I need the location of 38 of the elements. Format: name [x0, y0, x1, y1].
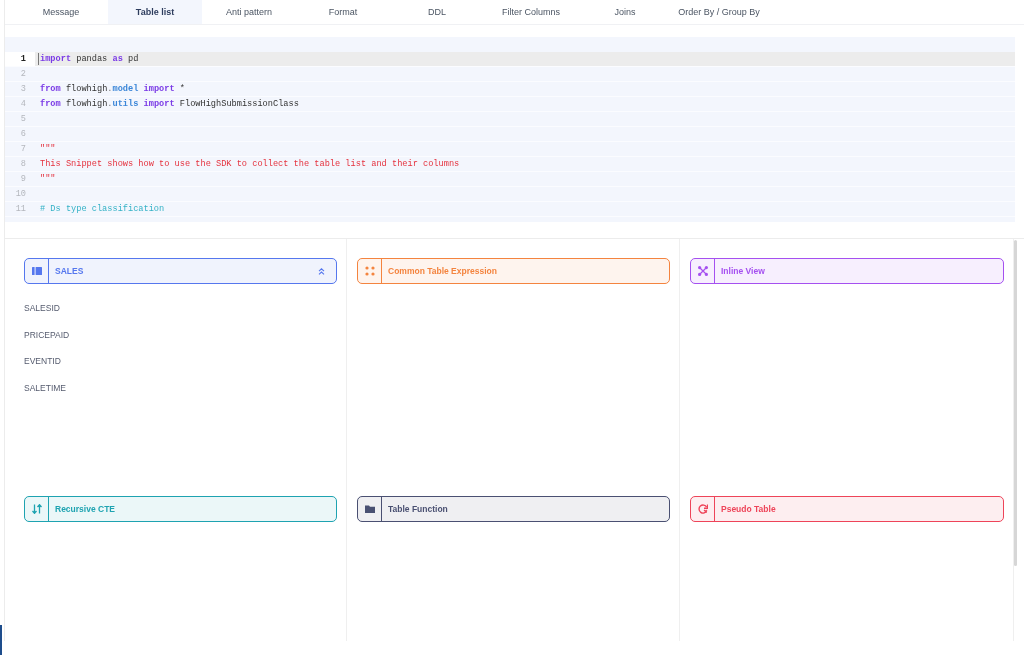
- column-name: EVENTID: [24, 356, 61, 366]
- tab[interactable]: Format: [296, 0, 390, 24]
- code-line: """: [40, 173, 56, 185]
- code-line: from flowhigh.model import *: [40, 83, 185, 95]
- refresh-icon: [697, 504, 708, 514]
- code-line: import pandas as pd: [40, 53, 139, 65]
- edge-bar: [0, 625, 2, 655]
- line-number: 1: [5, 52, 35, 66]
- code-line: This Snippet shows how to use the SDK to collect the table list and their columns: [40, 158, 460, 170]
- tab[interactable]: Order By / Group By: [672, 0, 766, 24]
- line-number: 11: [14, 203, 27, 216]
- text-cursor: [38, 53, 39, 65]
- table-header[interactable]: SALES: [24, 258, 337, 284]
- code-line: """: [40, 143, 56, 155]
- up-down-arrows-icon: [31, 504, 42, 514]
- double-chevron-up-icon[interactable]: [318, 267, 325, 275]
- column-name: PRICEPAID: [24, 329, 70, 340]
- line-number: 10: [14, 188, 27, 201]
- column-name: SALESID: [24, 303, 60, 313]
- inline-view-header[interactable]: Inline View: [690, 258, 1004, 284]
- columns-icon: [31, 266, 42, 276]
- column-name: SALETIME: [24, 382, 67, 393]
- dots-grid-icon: [364, 266, 375, 276]
- line-number: 7: [19, 143, 27, 156]
- tab[interactable]: DDL: [390, 0, 484, 24]
- tab[interactable]: Table list: [108, 0, 202, 24]
- table-function-header[interactable]: Table Function: [357, 496, 670, 522]
- code-editor[interactable]: [5, 37, 1015, 222]
- scrollbar-thumb[interactable]: [1014, 240, 1017, 566]
- tab[interactable]: Filter Columns: [484, 0, 578, 24]
- tab[interactable]: Joins: [578, 0, 672, 24]
- nodes-icon: [697, 266, 708, 276]
- tab[interactable]: Message: [14, 0, 108, 24]
- line-number: 9: [19, 173, 27, 186]
- code-line: # Ds type classification: [40, 203, 165, 215]
- folder-icon: [364, 504, 375, 514]
- code-line: from flowhigh.utils import FlowHighSubmissionClass: [40, 98, 299, 110]
- tab[interactable]: Anti pattern: [202, 0, 296, 24]
